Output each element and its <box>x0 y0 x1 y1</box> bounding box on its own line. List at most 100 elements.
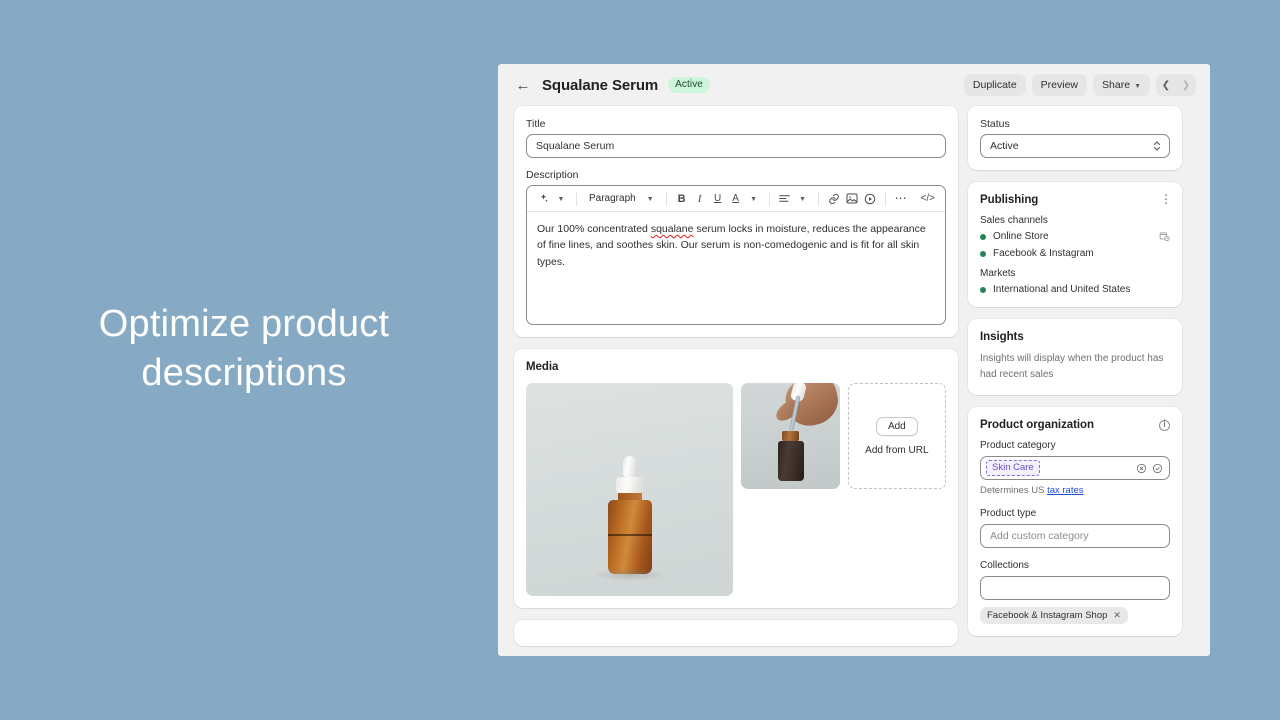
bold-button[interactable]: B <box>674 190 690 208</box>
publishing-title: Publishing <box>980 194 1039 206</box>
product-type-label: Product type <box>980 508 1037 519</box>
product-category-label: Product category <box>980 440 1056 451</box>
product-organization-header: Product organization i <box>980 419 1170 431</box>
tax-rates-link[interactable]: tax rates <box>1047 485 1083 496</box>
toolbar-divider <box>884 191 886 206</box>
sales-channels-label: Sales channels <box>980 215 1048 226</box>
insights-card: Insights Insights will display when the … <box>968 319 1182 395</box>
header-actions: Duplicate Preview Share ▼ ❮ ❯ <box>963 74 1196 96</box>
share-button[interactable]: Share ▼ <box>1093 74 1150 96</box>
page-header: ← Squalane Serum Active Duplicate Previe… <box>498 64 1210 106</box>
record-pager: ❮ ❯ <box>1156 74 1196 96</box>
rich-text-toolbar: ▼ Paragraph ▼ B I U A ▼ ▼ ⋯ </> <box>527 186 945 212</box>
description-text[interactable]: Our 100% concentrated squalane serum loc… <box>527 212 945 324</box>
align-left-icon[interactable] <box>777 190 793 208</box>
code-icon[interactable]: </> <box>919 190 937 208</box>
title-input[interactable]: Squalane Serum <box>526 134 946 158</box>
block-style-value: Paragraph <box>589 193 636 204</box>
product-organization-title: Product organization <box>980 419 1095 431</box>
page-title: Squalane Serum <box>542 76 659 94</box>
status-badge: Active <box>668 77 710 93</box>
helper-prefix: Determines US <box>980 485 1048 496</box>
product-organization-card: Product organization i Product category … <box>968 407 1182 636</box>
status-select-value: Active <box>990 140 1019 152</box>
media-item-secondary[interactable] <box>741 383 840 489</box>
tax-rates-helper: Determines US tax rates <box>980 485 1170 496</box>
status-dot-icon <box>980 233 986 240</box>
preview-label: Preview <box>1040 79 1079 91</box>
markets-label: Markets <box>980 268 1016 279</box>
media-title: Media <box>526 361 559 373</box>
status-select[interactable]: Active <box>980 134 1170 158</box>
title-input-value: Squalane Serum <box>536 140 615 152</box>
video-icon[interactable] <box>862 190 878 208</box>
circle-x-icon[interactable] <box>1136 463 1147 474</box>
main-column: Title Squalane Serum Description ▼ Parag… <box>514 106 958 656</box>
sales-channel-name: Facebook & Instagram <box>993 248 1094 259</box>
sparkle-dropdown-chevron-icon[interactable]: ▼ <box>553 190 569 208</box>
close-x-icon[interactable]: ✕ <box>1113 610 1121 621</box>
caption-line-1: Optimize product <box>98 303 390 345</box>
media-item-primary[interactable] <box>526 383 734 596</box>
status-label: Status <box>980 118 1010 130</box>
duplicate-label: Duplicate <box>972 79 1017 91</box>
product-category-tag: Skin Care <box>986 460 1040 476</box>
caption-line-2: descriptions <box>141 351 347 394</box>
toolbar-divider <box>768 191 770 206</box>
status-dot-icon <box>980 286 986 293</box>
chevron-right-icon[interactable]: ❯ <box>1176 74 1196 96</box>
serum-bottle-illustration <box>593 456 666 581</box>
select-arrows-icon <box>1153 140 1161 152</box>
description-editor: ▼ Paragraph ▼ B I U A ▼ ▼ ⋯ </> Our 100%… <box>526 185 946 325</box>
sparkle-icon[interactable] <box>535 190 551 208</box>
status-dot-icon <box>980 250 986 257</box>
sales-channel-row[interactable]: Facebook & Instagram <box>980 248 1170 259</box>
preview-button[interactable]: Preview <box>1031 74 1088 96</box>
title-label: Title <box>526 118 546 130</box>
media-card: Media Add Add from URL <box>514 349 958 608</box>
arrow-left-icon[interactable]: ← <box>514 76 532 94</box>
misspelled-word: squalane <box>650 223 694 235</box>
ellipsis-icon[interactable]: ⋯ <box>893 190 910 208</box>
toolbar-divider <box>817 191 819 206</box>
chevron-down-icon: ▼ <box>1134 82 1141 90</box>
product-category-field[interactable]: Skin Care <box>980 456 1170 480</box>
add-media-button[interactable]: Add <box>875 416 918 436</box>
info-circle-icon[interactable]: i <box>1159 419 1170 431</box>
collections-input[interactable] <box>980 576 1170 600</box>
duplicate-button[interactable]: Duplicate <box>963 74 1026 96</box>
align-chevron-icon[interactable]: ▼ <box>795 190 811 208</box>
sales-channel-name: Online Store <box>993 231 1049 242</box>
sidebar-column: Status Active Publishing ⋮ Sales channel <box>968 106 1182 656</box>
market-name: International and United States <box>993 284 1131 295</box>
text-color-button[interactable]: A <box>728 190 744 208</box>
share-label: Share <box>1102 79 1131 91</box>
slide-caption: Optimize product descriptions <box>0 300 488 397</box>
image-icon[interactable] <box>844 190 860 208</box>
publishing-card: Publishing ⋮ Sales channels Online Store <box>968 182 1182 307</box>
link-icon[interactable] <box>826 190 842 208</box>
schedule-clock-icon[interactable] <box>1159 231 1170 242</box>
collection-chip[interactable]: Facebook & Instagram Shop ✕ <box>980 607 1128 624</box>
product-type-placeholder: Add custom category <box>990 530 1089 542</box>
market-row[interactable]: International and United States <box>980 284 1170 295</box>
circle-check-icon[interactable] <box>1152 463 1163 474</box>
kebab-menu-icon[interactable]: ⋮ <box>1160 193 1172 205</box>
italic-button[interactable]: I <box>692 190 708 208</box>
publishing-header: Publishing ⋮ <box>980 193 1172 206</box>
product-details-card: Title Squalane Serum Description ▼ Parag… <box>514 106 958 337</box>
media-list: Add Add from URL <box>526 383 946 596</box>
add-from-url-link[interactable]: Add from URL <box>865 445 928 456</box>
collection-chip-label: Facebook & Instagram Shop <box>987 610 1108 621</box>
product-type-input[interactable]: Add custom category <box>980 524 1170 548</box>
sales-channel-row[interactable]: Online Store <box>980 231 1170 242</box>
block-style-dropdown[interactable]: Paragraph ▼ <box>584 190 659 208</box>
underline-button[interactable]: U <box>710 190 726 208</box>
text-color-chevron-icon[interactable]: ▼ <box>746 190 762 208</box>
next-section-card <box>514 620 958 646</box>
dark-bottle-illustration <box>777 431 804 481</box>
insights-body: Insights will display when the product h… <box>980 353 1164 380</box>
media-add-dropzone[interactable]: Add Add from URL <box>847 383 946 489</box>
toolbar-divider <box>576 191 577 206</box>
chevron-left-icon[interactable]: ❮ <box>1156 74 1176 96</box>
